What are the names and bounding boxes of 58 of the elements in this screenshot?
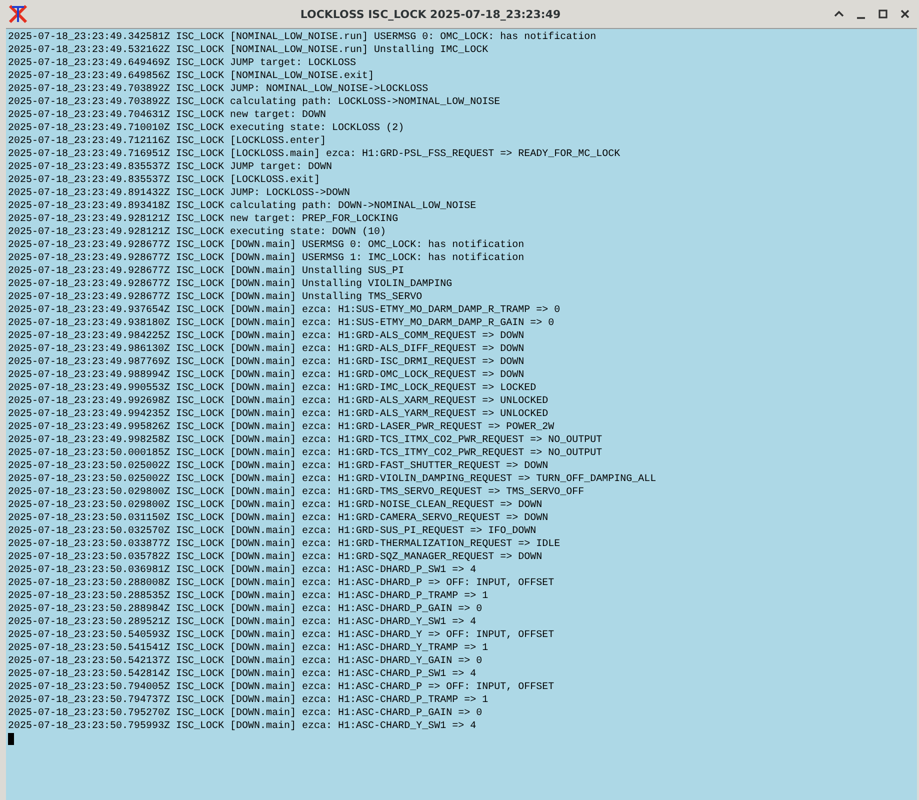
log-line: 2025-07-18_23:23:49.835537Z ISC_LOCK JUMP target: DOWN bbox=[8, 161, 334, 174]
log-line: 2025-07-18_23:23:50.000185Z ISC_LOCK [DOWN.main] ezca: H1:GRD-TCS_ITMY_CO2_PWR_REQUEST => NO_OUTPUT bbox=[8, 447, 604, 460]
log-line: 2025-07-18_23:23:49.710010Z ISC_LOCK executing state: LOCKLOSS (2) bbox=[8, 122, 406, 135]
maximize-icon[interactable] bbox=[877, 8, 889, 20]
log-line: 2025-07-18_23:23:49.987769Z ISC_LOCK [DOWN.main] ezca: H1:GRD-ISC_DRMI_REQUEST => DOWN bbox=[8, 356, 526, 369]
log-line: 2025-07-18_23:23:49.835537Z ISC_LOCK [LOCKLOSS.exit] bbox=[8, 174, 322, 187]
log-line: 2025-07-18_23:23:49.704631Z ISC_LOCK new target: DOWN bbox=[8, 109, 328, 122]
log-line: 2025-07-18_23:23:50.035782Z ISC_LOCK [DOWN.main] ezca: H1:GRD-SQZ_MANAGER_REQUEST => DOWN bbox=[8, 551, 544, 564]
log-line: 2025-07-18_23:23:50.289521Z ISC_LOCK [DOWN.main] ezca: H1:ASC-DHARD_Y_SW1 => 4 bbox=[8, 616, 478, 629]
log-line: 2025-07-18_23:23:49.992698Z ISC_LOCK [DOWN.main] ezca: H1:GRD-ALS_XARM_REQUEST => UNLOCKED bbox=[8, 395, 550, 408]
log-line: 2025-07-18_23:23:49.998258Z ISC_LOCK [DOWN.main] ezca: H1:GRD-TCS_ITMX_CO2_PWR_REQUEST => NO_OUTPUT bbox=[8, 434, 604, 447]
window-title: LOCKLOSS ISC_LOCK 2025-07-18_23:23:49 bbox=[299, 8, 562, 20]
close-icon[interactable] bbox=[899, 8, 911, 20]
log-line: 2025-07-18_23:23:50.795993Z ISC_LOCK [DOWN.main] ezca: H1:ASC-CHARD_Y_SW1 => 4 bbox=[8, 720, 478, 733]
log-line: 2025-07-18_23:23:49.995826Z ISC_LOCK [DOWN.main] ezca: H1:GRD-LASER_PWR_REQUEST => POWER_2W bbox=[8, 421, 556, 434]
log-line: 2025-07-18_23:23:49.703892Z ISC_LOCK calculating path: LOCKLOSS->NOMINAL_LOW_NOISE bbox=[8, 96, 502, 109]
app-logo-icon bbox=[8, 4, 28, 24]
log-line: 2025-07-18_23:23:50.542137Z ISC_LOCK [DOWN.main] ezca: H1:ASC-DHARD_Y_GAIN => 0 bbox=[8, 655, 484, 668]
log-line: 2025-07-18_23:23:50.032570Z ISC_LOCK [DOWN.main] ezca: H1:GRD-SUS_PI_REQUEST => IFO_DOWN bbox=[8, 525, 538, 538]
log-line: 2025-07-18_23:23:49.937654Z ISC_LOCK [DOWN.main] ezca: H1:SUS-ETMY_MO_DARM_DAMP_R_TRAMP => 0 bbox=[8, 304, 562, 317]
log-line: 2025-07-18_23:23:49.928677Z ISC_LOCK [DOWN.main] Unstalling VIOLIN_DAMPING bbox=[8, 278, 454, 291]
log-line: 2025-07-18_23:23:49.532162Z ISC_LOCK [NOMINAL_LOW_NOISE.run] Unstalling IMC_LOCK bbox=[8, 44, 490, 57]
log-line: 2025-07-18_23:23:49.712116Z ISC_LOCK [LOCKLOSS.enter] bbox=[8, 135, 328, 148]
log-line: 2025-07-18_23:23:50.794737Z ISC_LOCK [DOWN.main] ezca: H1:ASC-CHARD_P_TRAMP => 1 bbox=[8, 694, 490, 707]
log-line: 2025-07-18_23:23:49.703892Z ISC_LOCK JUMP: NOMINAL_LOW_NOISE->LOCKLOSS bbox=[8, 83, 430, 96]
log-line: 2025-07-18_23:23:50.795270Z ISC_LOCK [DOWN.main] ezca: H1:ASC-CHARD_P_GAIN => 0 bbox=[8, 707, 484, 720]
log-line: 2025-07-18_23:23:49.891432Z ISC_LOCK JUMP: LOCKLOSS->DOWN bbox=[8, 187, 352, 200]
log-line: 2025-07-18_23:23:49.928121Z ISC_LOCK executing state: DOWN (10) bbox=[8, 226, 388, 239]
log-line: 2025-07-18_23:23:50.036981Z ISC_LOCK [DOWN.main] ezca: H1:ASC-DHARD_P_SW1 => 4 bbox=[8, 564, 478, 577]
log-line: 2025-07-18_23:23:50.029800Z ISC_LOCK [DOWN.main] ezca: H1:GRD-NOISE_CLEAN_REQUEST => DOWN bbox=[8, 499, 544, 512]
log-line: 2025-07-18_23:23:50.540593Z ISC_LOCK [DOWN.main] ezca: H1:ASC-DHARD_Y => OFF: INPUT, OFFSET bbox=[8, 629, 556, 642]
log-line: 2025-07-18_23:23:50.025002Z ISC_LOCK [DOWN.main] ezca: H1:GRD-VIOLIN_DAMPING_REQUEST => TURN_OFF_DAMPING_ALL bbox=[8, 473, 658, 486]
log-line: 2025-07-18_23:23:49.716951Z ISC_LOCK [LOCKLOSS.main] ezca: H1:GRD-PSL_FSS_REQUEST => READY_FOR_MC_LOCK bbox=[8, 148, 622, 161]
log-line: 2025-07-18_23:23:49.928677Z ISC_LOCK [DOWN.main] Unstalling TMS_SERVO bbox=[8, 291, 424, 304]
log-line: 2025-07-18_23:23:49.990553Z ISC_LOCK [DOWN.main] ezca: H1:GRD-IMC_LOCK_REQUEST => LOCKED bbox=[8, 382, 538, 395]
log-line: 2025-07-18_23:23:50.541541Z ISC_LOCK [DOWN.main] ezca: H1:ASC-DHARD_Y_TRAMP => 1 bbox=[8, 642, 490, 655]
log-line: 2025-07-18_23:23:49.994235Z ISC_LOCK [DOWN.main] ezca: H1:GRD-ALS_YARM_REQUEST => UNLOCKED bbox=[8, 408, 550, 421]
log-line: 2025-07-18_23:23:49.649469Z ISC_LOCK JUMP target: LOCKLOSS bbox=[8, 57, 358, 70]
log-line: 2025-07-18_23:23:49.928121Z ISC_LOCK new target: PREP_FOR_LOCKING bbox=[8, 213, 400, 226]
log-line: 2025-07-18_23:23:49.342581Z ISC_LOCK [NOMINAL_LOW_NOISE.run] USERMSG 0: OMC_LOCK: has notification bbox=[8, 31, 598, 44]
log-line: 2025-07-18_23:23:50.029800Z ISC_LOCK [DOWN.main] ezca: H1:GRD-TMS_SERVO_REQUEST => TMS_SERVO_OFF bbox=[8, 486, 586, 499]
log-line: 2025-07-18_23:23:50.025002Z ISC_LOCK [DOWN.main] ezca: H1:GRD-FAST_SHUTTER_REQUEST => DOWN bbox=[8, 460, 550, 473]
log-line: 2025-07-18_23:23:50.542814Z ISC_LOCK [DOWN.main] ezca: H1:ASC-CHARD_P_SW1 => 4 bbox=[8, 668, 478, 681]
log-line: 2025-07-18_23:23:49.893418Z ISC_LOCK calculating path: DOWN->NOMINAL_LOW_NOISE bbox=[8, 200, 478, 213]
log-line: 2025-07-18_23:23:49.938180Z ISC_LOCK [DOWN.main] ezca: H1:SUS-ETMY_MO_DARM_DAMP_R_GAIN => 0 bbox=[8, 317, 556, 330]
log-line: 2025-07-18_23:23:49.928677Z ISC_LOCK [DOWN.main] USERMSG 0: OMC_LOCK: has notification bbox=[8, 239, 526, 252]
log-line: 2025-07-18_23:23:49.649856Z ISC_LOCK [NOMINAL_LOW_NOISE.exit] bbox=[8, 70, 376, 83]
log-line: 2025-07-18_23:23:49.928677Z ISC_LOCK [DOWN.main] USERMSG 1: IMC_LOCK: has notification bbox=[8, 252, 526, 265]
log-line: 2025-07-18_23:23:50.033877Z ISC_LOCK [DOWN.main] ezca: H1:GRD-THERMALIZATION_REQUEST => IDLE bbox=[8, 538, 562, 551]
log-line: 2025-07-18_23:23:50.288535Z ISC_LOCK [DOWN.main] ezca: H1:ASC-DHARD_P_TRAMP => 1 bbox=[8, 590, 490, 603]
log-line: 2025-07-18_23:23:50.288984Z ISC_LOCK [DOWN.main] ezca: H1:ASC-DHARD_P_GAIN => 0 bbox=[8, 603, 484, 616]
log-line: 2025-07-18_23:23:49.984225Z ISC_LOCK [DOWN.main] ezca: H1:GRD-ALS_COMM_REQUEST => DOWN bbox=[8, 330, 526, 343]
log-line: 2025-07-18_23:23:49.988994Z ISC_LOCK [DOWN.main] ezca: H1:GRD-OMC_LOCK_REQUEST => DOWN bbox=[8, 369, 526, 382]
log-line: 2025-07-18_23:23:49.986130Z ISC_LOCK [DOWN.main] ezca: H1:GRD-ALS_DIFF_REQUEST => DOWN bbox=[8, 343, 526, 356]
log-line: 2025-07-18_23:23:50.794005Z ISC_LOCK [DOWN.main] ezca: H1:ASC-CHARD_P => OFF: INPUT, OFFSET bbox=[8, 681, 556, 694]
log-line: 2025-07-18_23:23:50.288008Z ISC_LOCK [DOWN.main] ezca: H1:ASC-DHARD_P => OFF: INPUT, OFFSET bbox=[8, 577, 556, 590]
log-line: 2025-07-18_23:23:50.031150Z ISC_LOCK [DOWN.main] ezca: H1:GRD-CAMERA_SERVO_REQUEST => DOWN bbox=[8, 512, 550, 525]
log-line: 2025-07-18_23:23:49.928677Z ISC_LOCK [DOWN.main] Unstalling SUS_PI bbox=[8, 265, 406, 278]
